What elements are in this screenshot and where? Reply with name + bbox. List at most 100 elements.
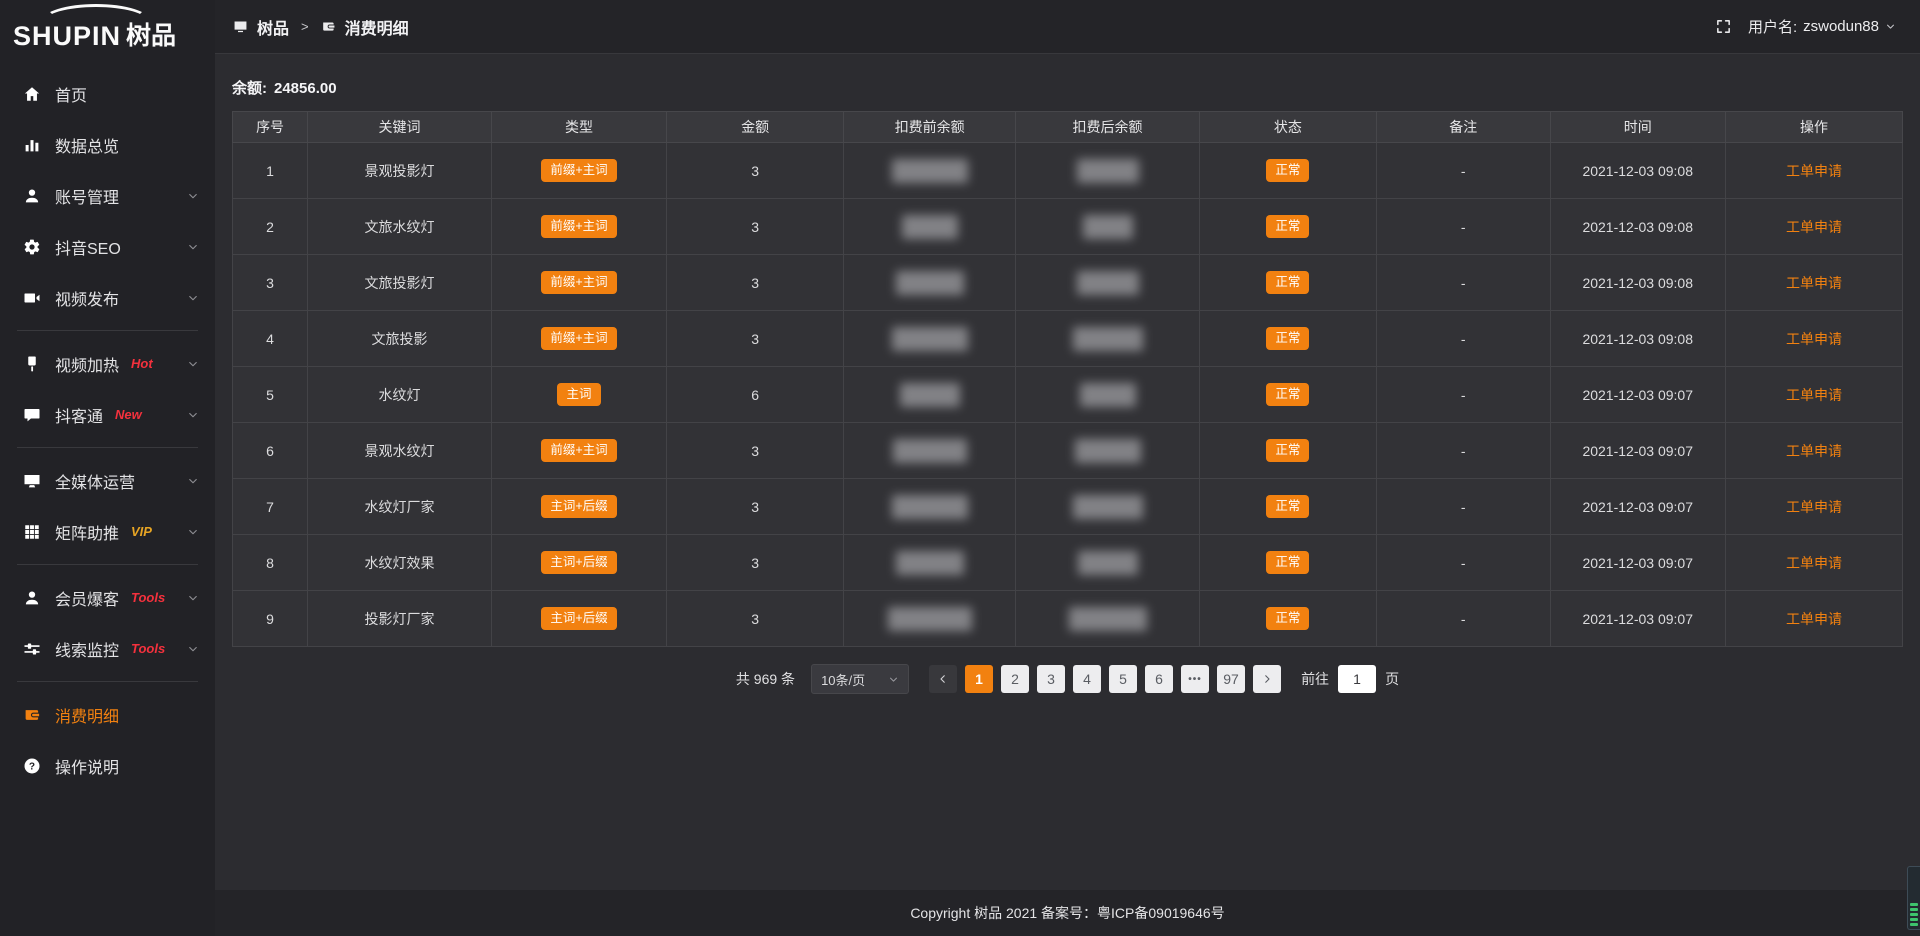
table-row: 5 水纹灯 主词 6 正常 - 2021-12-03 09:07 工单申请 [233, 367, 1903, 423]
page-button-97[interactable]: 97 [1217, 665, 1245, 693]
cell-keyword: 文旅水纹灯 [308, 199, 492, 255]
home-icon [23, 85, 41, 103]
cell-index: 3 [233, 255, 308, 311]
table-row: 9 投影灯厂家 主词+后缀 3 正常 - 2021-12-03 09:07 工单… [233, 591, 1903, 647]
table-row: 1 景观投影灯 前缀+主词 3 正常 - 2021-12-03 09:08 工单… [233, 143, 1903, 199]
sidebar-item-video-publish[interactable]: 视频发布 [0, 272, 215, 323]
cell-balance-after [1016, 255, 1200, 311]
cell-status: 正常 [1199, 255, 1376, 311]
sidebar-item-home[interactable]: 首页 [0, 68, 215, 119]
sidebar-item-douketong[interactable]: 抖客通 New [0, 389, 215, 440]
sidebar-item-video-heat[interactable]: 视频加热 Hot [0, 338, 215, 389]
censored-balance-before [892, 327, 968, 351]
cell-balance-before [844, 143, 1016, 199]
work-order-link[interactable]: 工单申请 [1786, 163, 1842, 179]
cell-note: - [1376, 367, 1550, 423]
page-button-5[interactable]: 5 [1109, 665, 1137, 693]
chevron-down-icon [888, 674, 899, 685]
type-badge: 主词+后缀 [541, 495, 616, 518]
cell-keyword: 景观水纹灯 [308, 423, 492, 479]
work-order-link[interactable]: 工单申请 [1786, 331, 1842, 347]
cell-index: 5 [233, 367, 308, 423]
total-count: 共 969 条 [736, 669, 795, 689]
cell-action: 工单申请 [1725, 367, 1902, 423]
page-ellipsis-button[interactable]: ••• [1181, 665, 1209, 693]
video-icon [23, 289, 41, 307]
widget-stripe [1910, 918, 1918, 921]
breadcrumb-item-shupin[interactable]: 树品 [257, 15, 289, 39]
sidebar-item-consumption-detail[interactable]: 消费明细 [0, 689, 215, 740]
censored-balance-after [1080, 383, 1136, 407]
sidebar-item-member-baoke[interactable]: 会员爆客 Tools [0, 572, 215, 623]
page-button-2[interactable]: 2 [1001, 665, 1029, 693]
grid-icon [23, 523, 41, 541]
page-button-4[interactable]: 4 [1073, 665, 1101, 693]
work-order-link[interactable]: 工单申请 [1786, 275, 1842, 291]
work-order-link[interactable]: 工单申请 [1786, 219, 1842, 235]
status-badge: 正常 [1266, 327, 1309, 350]
page-button-6[interactable]: 6 [1145, 665, 1173, 693]
table-header-row: 序号关键词类型金额扣费前余额扣费后余额状态备注时间操作 [233, 112, 1903, 143]
cell-time: 2021-12-03 09:07 [1550, 367, 1725, 423]
censored-balance-after [1069, 607, 1147, 631]
work-order-link[interactable]: 工单申请 [1786, 499, 1842, 515]
sidebar-item-operation-guide[interactable]: ? 操作说明 [0, 740, 215, 791]
user-menu[interactable]: 用户名: zswodun88 [1748, 16, 1896, 37]
cell-status: 正常 [1199, 591, 1376, 647]
cell-action: 工单申请 [1725, 479, 1902, 535]
sidebar-item-badge: Hot [131, 356, 153, 371]
goto-page-input[interactable] [1338, 665, 1376, 693]
cell-balance-before [844, 591, 1016, 647]
sidebar-item-clue-monitor[interactable]: 线索监控 Tools [0, 623, 215, 674]
chevron-right-icon[interactable] [1253, 665, 1281, 693]
cell-note: - [1376, 423, 1550, 479]
widget-stripe [1910, 903, 1918, 906]
sidebar-item-data-overview[interactable]: 数据总览 [0, 119, 215, 170]
cell-note: - [1376, 535, 1550, 591]
balance-value: 24856.00 [274, 80, 337, 97]
cell-index: 2 [233, 199, 308, 255]
page-size-select[interactable]: 10条/页 [811, 664, 909, 694]
page-button-1[interactable]: 1 [965, 665, 993, 693]
cell-amount: 3 [667, 255, 844, 311]
type-badge: 前缀+主词 [541, 439, 616, 462]
sidebar-item-badge: Tools [131, 590, 165, 605]
sidebar-item-matrix-boost[interactable]: 矩阵助推 VIP [0, 506, 215, 557]
sidebar-item-badge: VIP [131, 524, 152, 539]
chevron-left-icon[interactable] [929, 665, 957, 693]
cell-action: 工单申请 [1725, 591, 1902, 647]
cell-note: - [1376, 479, 1550, 535]
cell-type: 主词+后缀 [491, 591, 666, 647]
cell-time: 2021-12-03 09:08 [1550, 143, 1725, 199]
cell-amount: 3 [667, 311, 844, 367]
status-badge: 正常 [1266, 551, 1309, 574]
censored-balance-after [1078, 551, 1138, 575]
table-row: 6 景观水纹灯 前缀+主词 3 正常 - 2021-12-03 09:07 工单… [233, 423, 1903, 479]
work-order-link[interactable]: 工单申请 [1786, 387, 1842, 403]
work-order-link[interactable]: 工单申请 [1786, 611, 1842, 627]
sidebar-item-douyin-seo[interactable]: 抖音SEO [0, 221, 215, 272]
column-header: 状态 [1199, 112, 1376, 143]
cell-balance-before [844, 255, 1016, 311]
table-row: 8 水纹灯效果 主词+后缀 3 正常 - 2021-12-03 09:07 工单… [233, 535, 1903, 591]
cell-keyword: 文旅投影灯 [308, 255, 492, 311]
column-header: 扣费前余额 [844, 112, 1016, 143]
work-order-link[interactable]: 工单申请 [1786, 555, 1842, 571]
page-size-value: 10条/页 [821, 670, 865, 689]
work-order-link[interactable]: 工单申请 [1786, 443, 1842, 459]
sidebar-item-account-management[interactable]: 账号管理 [0, 170, 215, 221]
cell-status: 正常 [1199, 367, 1376, 423]
column-header: 时间 [1550, 112, 1725, 143]
chevron-down-icon [187, 526, 199, 538]
chevron-down-icon [187, 643, 199, 655]
cell-keyword: 景观投影灯 [308, 143, 492, 199]
cell-action: 工单申请 [1725, 535, 1902, 591]
cell-type: 前缀+主词 [491, 143, 666, 199]
cell-status: 正常 [1199, 479, 1376, 535]
cell-balance-after [1016, 199, 1200, 255]
page-button-3[interactable]: 3 [1037, 665, 1065, 693]
breadcrumb: 树品 > 消费明细 [233, 15, 409, 39]
fullscreen-icon[interactable] [1715, 18, 1732, 35]
floating-widget[interactable] [1907, 866, 1920, 930]
sidebar-item-all-media-operation[interactable]: 全媒体运营 [0, 455, 215, 506]
